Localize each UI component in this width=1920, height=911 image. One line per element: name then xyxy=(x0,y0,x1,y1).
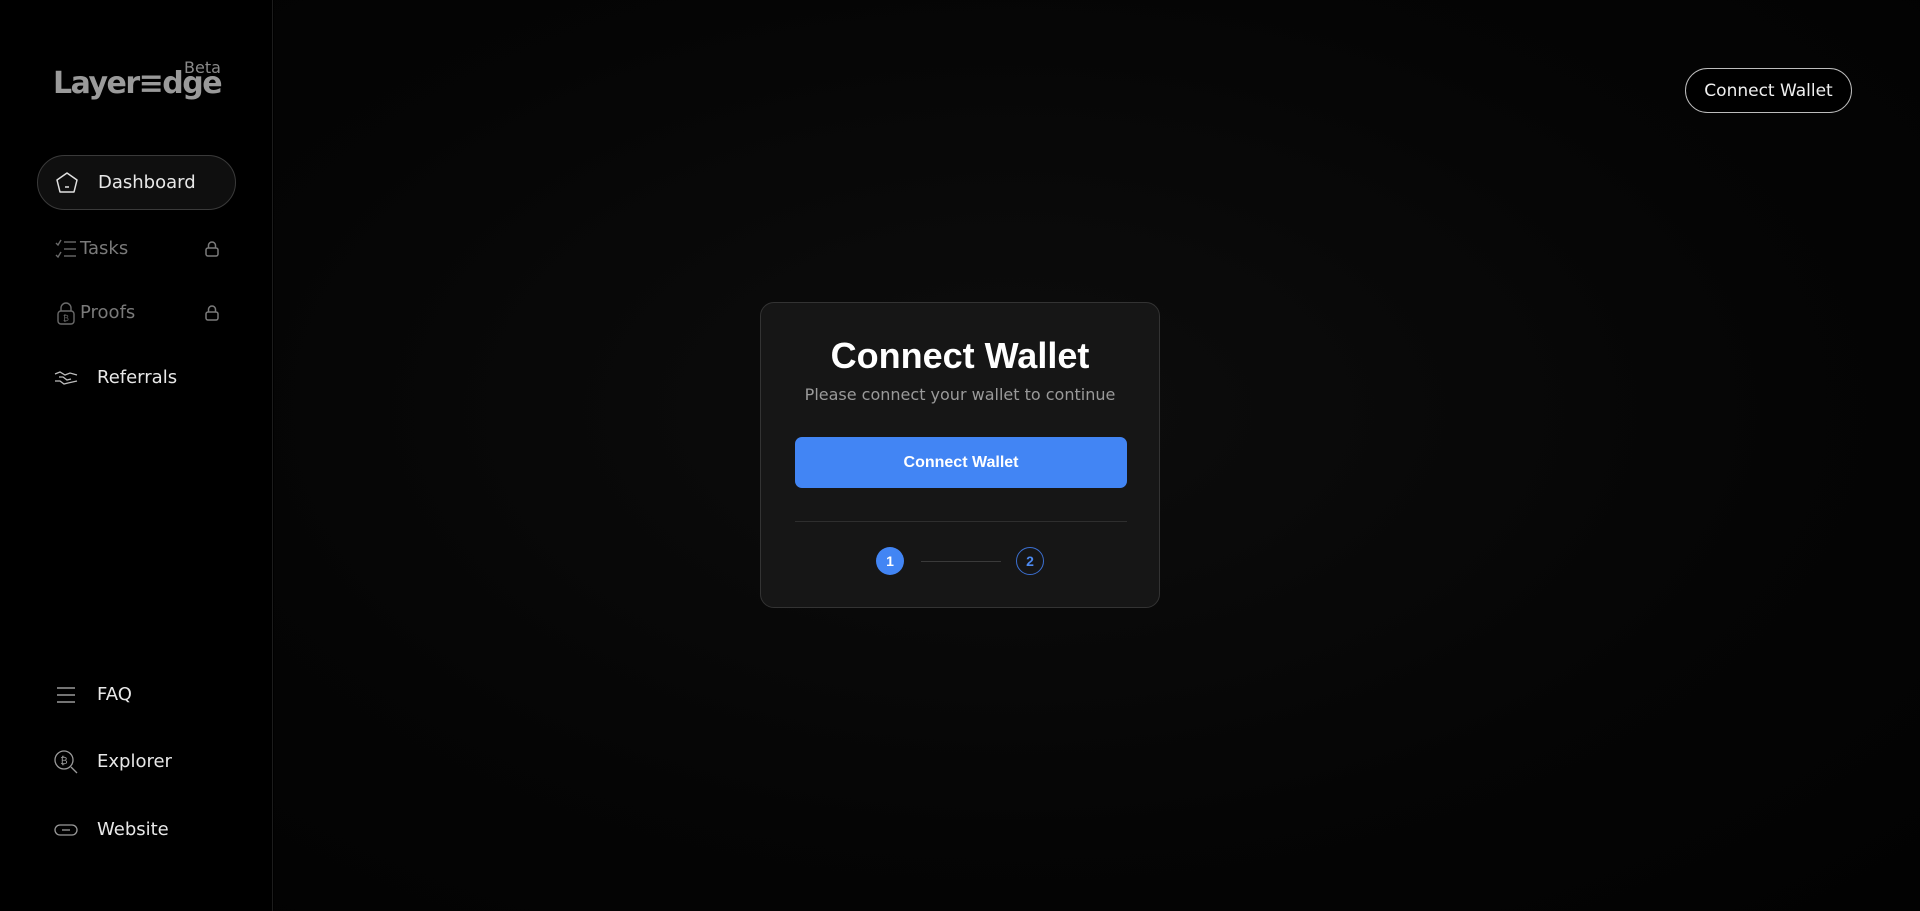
sidebar-item-website[interactable]: Website xyxy=(37,802,236,857)
sidebar-item-dashboard[interactable]: Dashboard xyxy=(37,155,236,210)
modal-subtitle: Please connect your wallet to continue xyxy=(804,385,1116,404)
bitcoin-lock-icon: ₿ xyxy=(53,300,79,326)
menu-lines-icon xyxy=(53,682,79,708)
sidebar-item-label: Tasks xyxy=(80,238,129,259)
link-icon xyxy=(53,817,79,843)
divider xyxy=(795,521,1127,522)
sidebar-item-label: Dashboard xyxy=(98,172,196,193)
sidebar: Layer≡dge Beta Dashboard Tasks ₿ Proofs … xyxy=(0,0,273,911)
bitcoin-search-icon: ₿ xyxy=(53,749,79,775)
checklist-icon xyxy=(53,236,79,262)
step-indicator-1: 1 xyxy=(876,547,904,575)
sidebar-item-tasks[interactable]: Tasks xyxy=(37,221,236,276)
home-icon xyxy=(54,170,80,196)
step-connector xyxy=(921,561,1001,562)
svg-text:₿: ₿ xyxy=(63,314,69,323)
step-indicator-2: 2 xyxy=(1016,547,1044,575)
sidebar-item-label: Website xyxy=(97,819,169,840)
modal-title: Connect Wallet xyxy=(830,335,1090,376)
sidebar-item-label: Explorer xyxy=(97,751,172,772)
beta-badge: Beta xyxy=(184,58,221,77)
lock-icon xyxy=(204,304,220,322)
sidebar-item-proofs[interactable]: ₿ Proofs xyxy=(37,285,236,340)
lock-icon xyxy=(204,240,220,258)
sidebar-item-faq[interactable]: FAQ xyxy=(37,667,236,722)
sidebar-item-explorer[interactable]: ₿ Explorer xyxy=(37,734,236,789)
sidebar-item-label: Referrals xyxy=(97,367,178,388)
sidebar-item-label: Proofs xyxy=(80,302,136,323)
header-connect-wallet-button[interactable]: Connect Wallet xyxy=(1685,68,1852,113)
connect-wallet-modal: Connect Wallet Please connect your walle… xyxy=(760,302,1160,608)
handshake-icon xyxy=(53,365,79,391)
svg-text:₿: ₿ xyxy=(60,755,67,767)
sidebar-item-referrals[interactable]: Referrals xyxy=(37,350,236,405)
sidebar-item-label: FAQ xyxy=(97,684,132,705)
connect-wallet-button[interactable]: Connect Wallet xyxy=(795,437,1127,488)
